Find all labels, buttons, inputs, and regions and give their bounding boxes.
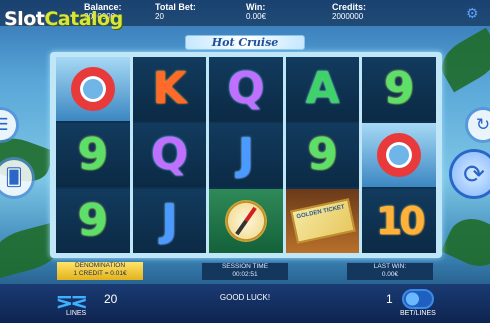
k-symbol: K <box>132 57 207 121</box>
ten-glyph: 10 <box>375 199 426 243</box>
j-symbol: J <box>132 189 207 253</box>
win-stat: Win: 0.00€ <box>246 2 266 22</box>
lastwin-label: LAST WIN: <box>373 263 407 270</box>
logo-part2: Catalog <box>44 8 123 30</box>
ten-symbol: 10 <box>362 189 436 253</box>
credits-label: Credits: <box>332 2 367 12</box>
lines-value: 20 <box>104 292 118 306</box>
bet-value: 1 <box>386 292 393 306</box>
lifebuoy-symbol <box>56 57 130 121</box>
session-box: SESSION TIME 00:02:51 <box>202 262 288 280</box>
nine-glyph: 9 <box>307 129 338 180</box>
credits-stat: Credits: 2000000 <box>332 2 366 22</box>
denomination-label: DENOMINATION <box>74 262 126 269</box>
totalbet-label: Total Bet: <box>155 2 196 12</box>
q-symbol: Q <box>132 123 207 187</box>
nine-glyph: 9 <box>77 129 109 180</box>
lastwin-box: LAST WIN: 0.00€ <box>347 262 433 280</box>
lifebuoy-symbol <box>362 123 436 187</box>
totalbet-value: 20 <box>155 12 164 21</box>
credits-value: 2000000 <box>332 12 364 21</box>
reel-2: K Q J <box>132 57 207 253</box>
slotcatalog-watermark: SlotCatalog <box>4 8 123 30</box>
lifebuoy-icon <box>377 133 422 177</box>
a-glyph: A <box>305 63 340 114</box>
reel-grid: 9 9 K Q J Q J A 9 GOLDEN TICKET 9 10 <box>56 57 436 253</box>
autoplay-button[interactable]: ↻ <box>468 110 490 140</box>
logo-part1: Slot <box>4 8 45 30</box>
compass-icon <box>224 200 267 242</box>
denomination-value: 1 CREDIT = 0.01€ <box>73 270 127 277</box>
nine-symbol: 9 <box>56 189 130 253</box>
nine-glyph: 9 <box>77 195 109 246</box>
q-glyph: Q <box>150 129 189 180</box>
status-message: GOOD LUCK! <box>219 293 271 302</box>
reel-4: A 9 GOLDEN TICKET <box>285 57 360 253</box>
k-glyph: K <box>152 63 187 114</box>
gear-icon[interactable]: ⚙ <box>466 6 480 20</box>
bet-label: BET/LINES <box>400 310 436 317</box>
reel-3: Q J <box>209 57 283 253</box>
q-symbol: Q <box>209 57 283 121</box>
totalbet-stat: Total Bet: 20 <box>155 2 196 22</box>
j-glyph: J <box>237 129 255 180</box>
session-value: 00:02:51 <box>232 271 258 278</box>
reel-5: 9 10 <box>362 57 436 253</box>
lastwin-value: 0.00€ <box>381 271 399 278</box>
lines-label: LINES <box>66 310 87 317</box>
spin-button[interactable]: ⟳ <box>452 152 490 196</box>
denomination-box[interactable]: DENOMINATION 1 CREDIT = 0.01€ <box>57 262 143 280</box>
win-value: 0.00€ <box>246 12 267 21</box>
game-title: Hot Cruise <box>185 35 305 50</box>
win-label: Win: <box>246 2 266 12</box>
nine-symbol: 9 <box>362 57 436 121</box>
compass-symbol <box>209 189 283 253</box>
nine-symbol: 9 <box>285 123 360 187</box>
reel-1: 9 9 <box>56 57 130 253</box>
j-glyph: J <box>161 195 178 246</box>
ticket-icon: GOLDEN TICKET <box>289 198 356 244</box>
ticket-symbol: GOLDEN TICKET <box>285 189 360 253</box>
lifebuoy-icon <box>70 67 115 111</box>
a-symbol: A <box>285 57 360 121</box>
q-glyph: Q <box>227 63 265 114</box>
nine-glyph: 9 <box>383 63 415 114</box>
nine-symbol: 9 <box>56 123 130 187</box>
j-symbol: J <box>209 123 283 187</box>
bet-chips-icon[interactable] <box>402 289 434 309</box>
session-label: SESSION TIME <box>221 263 269 270</box>
